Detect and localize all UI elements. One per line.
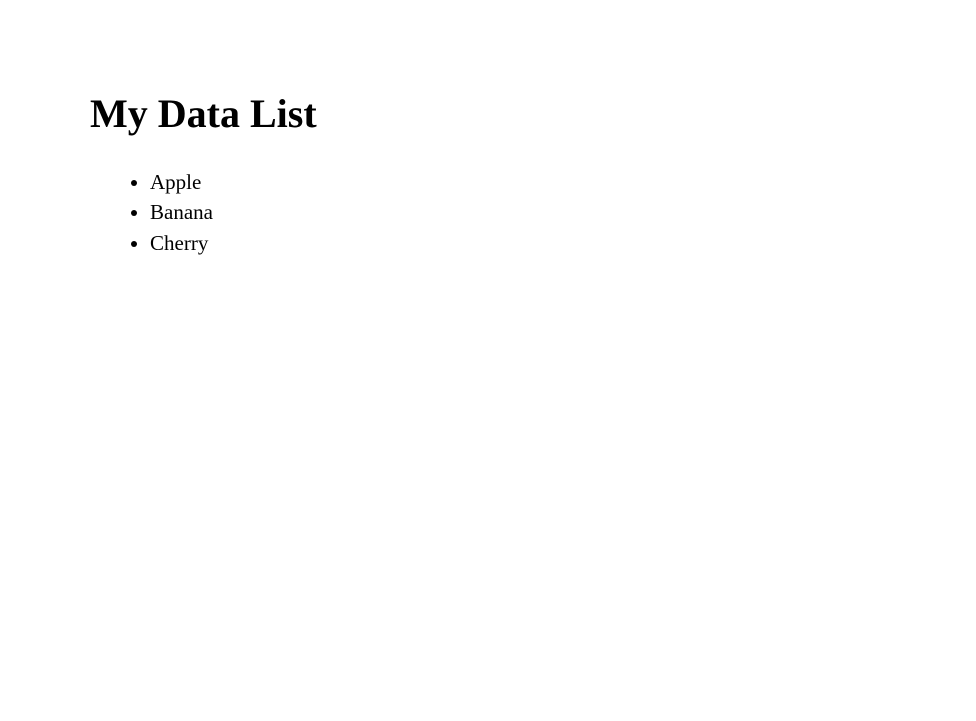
page-title: My Data List xyxy=(90,90,976,137)
list-item: Apple xyxy=(150,167,976,197)
data-list: Apple Banana Cherry xyxy=(90,167,976,258)
list-item: Banana xyxy=(150,197,976,227)
list-item: Cherry xyxy=(150,228,976,258)
